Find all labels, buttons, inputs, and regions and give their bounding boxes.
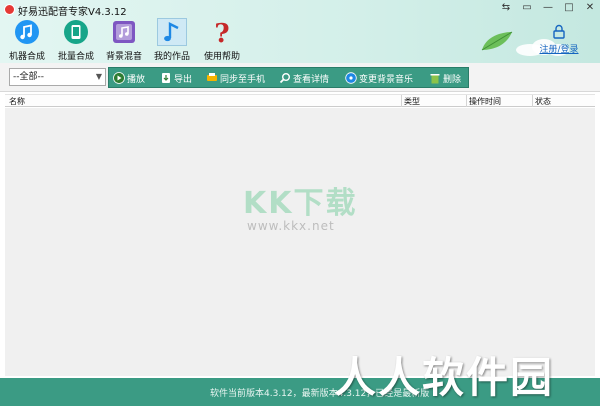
play-button[interactable]: 播放: [113, 70, 145, 86]
tool-background-mix[interactable]: 背景混音: [100, 18, 148, 62]
watermark-url: www.kkx.net: [247, 219, 335, 233]
close-icon[interactable]: ✕: [584, 2, 596, 14]
tool-my-works[interactable]: 我的作品: [148, 18, 196, 62]
maximize-icon[interactable]: □: [563, 2, 575, 14]
app-logo-icon: [4, 4, 15, 15]
column-divider[interactable]: [466, 95, 467, 107]
title-header: 好易迅配音专家V4.3.12 ⇆ ▭ — □ ✕ 机器合成 批量合成 背景混音 …: [0, 0, 600, 63]
category-filter-select[interactable]: --全部-- ▼: [9, 68, 106, 86]
sync-phone-icon: [206, 72, 218, 84]
action-label: 删除: [443, 74, 462, 85]
action-toolbar: --全部-- ▼ 播放 导出 同步至手机 查看详情 变更背景音乐 删除: [0, 63, 600, 92]
tool-label: 使用帮助: [203, 52, 240, 62]
change-background-music-button[interactable]: 变更背景音乐: [345, 70, 413, 86]
action-label: 查看详情: [293, 74, 330, 85]
column-header-type[interactable]: 类型: [404, 96, 420, 107]
batch-phone-icon: [61, 18, 91, 46]
window-controls: ⇆ ▭ — □ ✕: [500, 2, 596, 14]
login-label[interactable]: 注册/登录: [537, 42, 581, 55]
column-divider[interactable]: [401, 95, 402, 107]
action-button-bar: 播放 导出 同步至手机 查看详情 变更背景音乐 删除: [108, 67, 469, 88]
watermark-logo: KK下载: [243, 186, 358, 221]
leaf-decoration-icon: [481, 31, 513, 51]
trash-icon: [429, 72, 441, 84]
export-button[interactable]: 导出: [160, 70, 192, 86]
lock-icon: [553, 24, 565, 39]
export-icon: [160, 72, 172, 84]
column-header-time[interactable]: 操作时间: [469, 96, 501, 107]
music-tile-icon: [109, 18, 139, 46]
view-details-button[interactable]: 查看详情: [279, 70, 329, 86]
question-mark-icon: ?: [207, 18, 237, 46]
works-list[interactable]: [5, 108, 595, 376]
tool-machine-synthesis[interactable]: 机器合成: [3, 18, 51, 62]
tool-label: 批量合成: [57, 52, 94, 62]
svg-text:?: ?: [214, 19, 229, 46]
delete-button[interactable]: 删除: [429, 70, 461, 86]
column-header-status[interactable]: 状态: [535, 96, 551, 107]
music-note-icon: [12, 18, 42, 46]
action-label: 播放: [127, 74, 146, 85]
minimize-icon[interactable]: —: [542, 2, 554, 14]
action-label: 变更背景音乐: [359, 74, 414, 85]
play-icon: [113, 72, 125, 84]
music-note-active-icon: [157, 18, 187, 46]
tool-label: 背景混音: [105, 52, 142, 62]
sync-to-phone-button[interactable]: 同步至手机: [206, 70, 265, 86]
magnifier-icon: [279, 72, 291, 84]
filter-selected-value: --全部--: [13, 72, 44, 82]
action-label: 同步至手机: [220, 74, 266, 85]
login-link[interactable]: 注册/登录: [537, 24, 581, 55]
table-header: 名称 类型 操作时间 状态: [5, 94, 595, 107]
action-label: 导出: [174, 74, 193, 85]
window-title: 好易迅配音专家V4.3.12: [18, 7, 127, 18]
disc-icon: [345, 72, 357, 84]
tool-label: 机器合成: [8, 52, 45, 62]
tool-batch-synthesis[interactable]: 批量合成: [52, 18, 100, 62]
column-header-name[interactable]: 名称: [9, 96, 25, 107]
watermark-large-text: 人人软件园: [334, 353, 555, 402]
skin-icon[interactable]: ⇆: [500, 2, 512, 14]
chevron-down-icon: ▼: [95, 72, 102, 81]
tool-label: 我的作品: [153, 52, 190, 62]
column-divider[interactable]: [532, 95, 533, 107]
mini-mode-icon[interactable]: ▭: [521, 2, 533, 14]
tool-help[interactable]: ? 使用帮助: [198, 18, 246, 62]
